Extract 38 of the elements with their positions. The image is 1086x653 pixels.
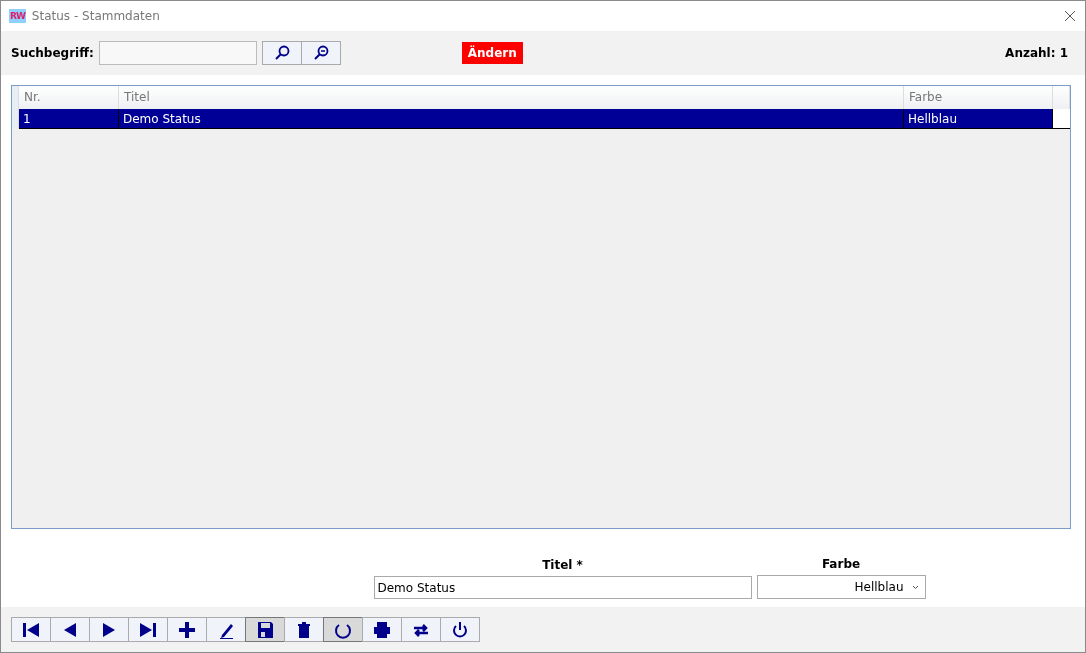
toolbar-button[interactable] (362, 617, 402, 642)
color-dropdown[interactable]: Hellblau (756, 575, 926, 599)
column-header[interactable]: Nr. (19, 86, 119, 109)
column-header[interactable]: Farbe (904, 86, 1053, 109)
toolbar-button[interactable] (245, 617, 285, 642)
table-cell[interactable]: 1 (19, 109, 119, 129)
toolbar-button[interactable] (323, 617, 363, 642)
table-cell[interactable]: Demo Status (119, 109, 904, 129)
toolbar-button[interactable] (11, 617, 51, 642)
app-logo: RW (9, 9, 26, 23)
toolbar-button[interactable] (128, 617, 168, 642)
clear-search-button[interactable] (300, 41, 341, 65)
search-button[interactable] (261, 41, 302, 65)
toolbar-button[interactable] (206, 617, 246, 642)
mode-badge: Ändern (461, 42, 523, 64)
search-label: Suchbegriff: (11, 46, 94, 60)
record-count: Anzahl: 1 (1005, 46, 1068, 60)
field-label: Titel * (542, 558, 583, 572)
chevron-icon (911, 584, 919, 590)
table-cell[interactable]: Hellblau (904, 109, 1053, 129)
toolbar-button[interactable] (284, 617, 324, 642)
toolbar-button[interactable] (440, 617, 480, 642)
search-field[interactable] (98, 41, 257, 65)
close-button[interactable] (1063, 9, 1077, 23)
title-input[interactable]: Demo Status (373, 576, 752, 599)
toolbar-button[interactable] (167, 617, 207, 642)
field-label: Farbe (821, 557, 861, 571)
column-header (1053, 86, 1070, 109)
zoom-out-icon (312, 45, 329, 61)
plus-icon (177, 619, 197, 640)
toolbar-button[interactable] (50, 617, 90, 642)
search-icon (273, 45, 290, 61)
power-icon (450, 619, 470, 640)
toolbar-button[interactable] (401, 617, 441, 642)
toolbar-button[interactable] (89, 617, 129, 642)
window-title: Status - Stammdaten (31, 9, 161, 23)
table-cell (1053, 109, 1070, 129)
column-header[interactable]: Titel (119, 86, 904, 109)
